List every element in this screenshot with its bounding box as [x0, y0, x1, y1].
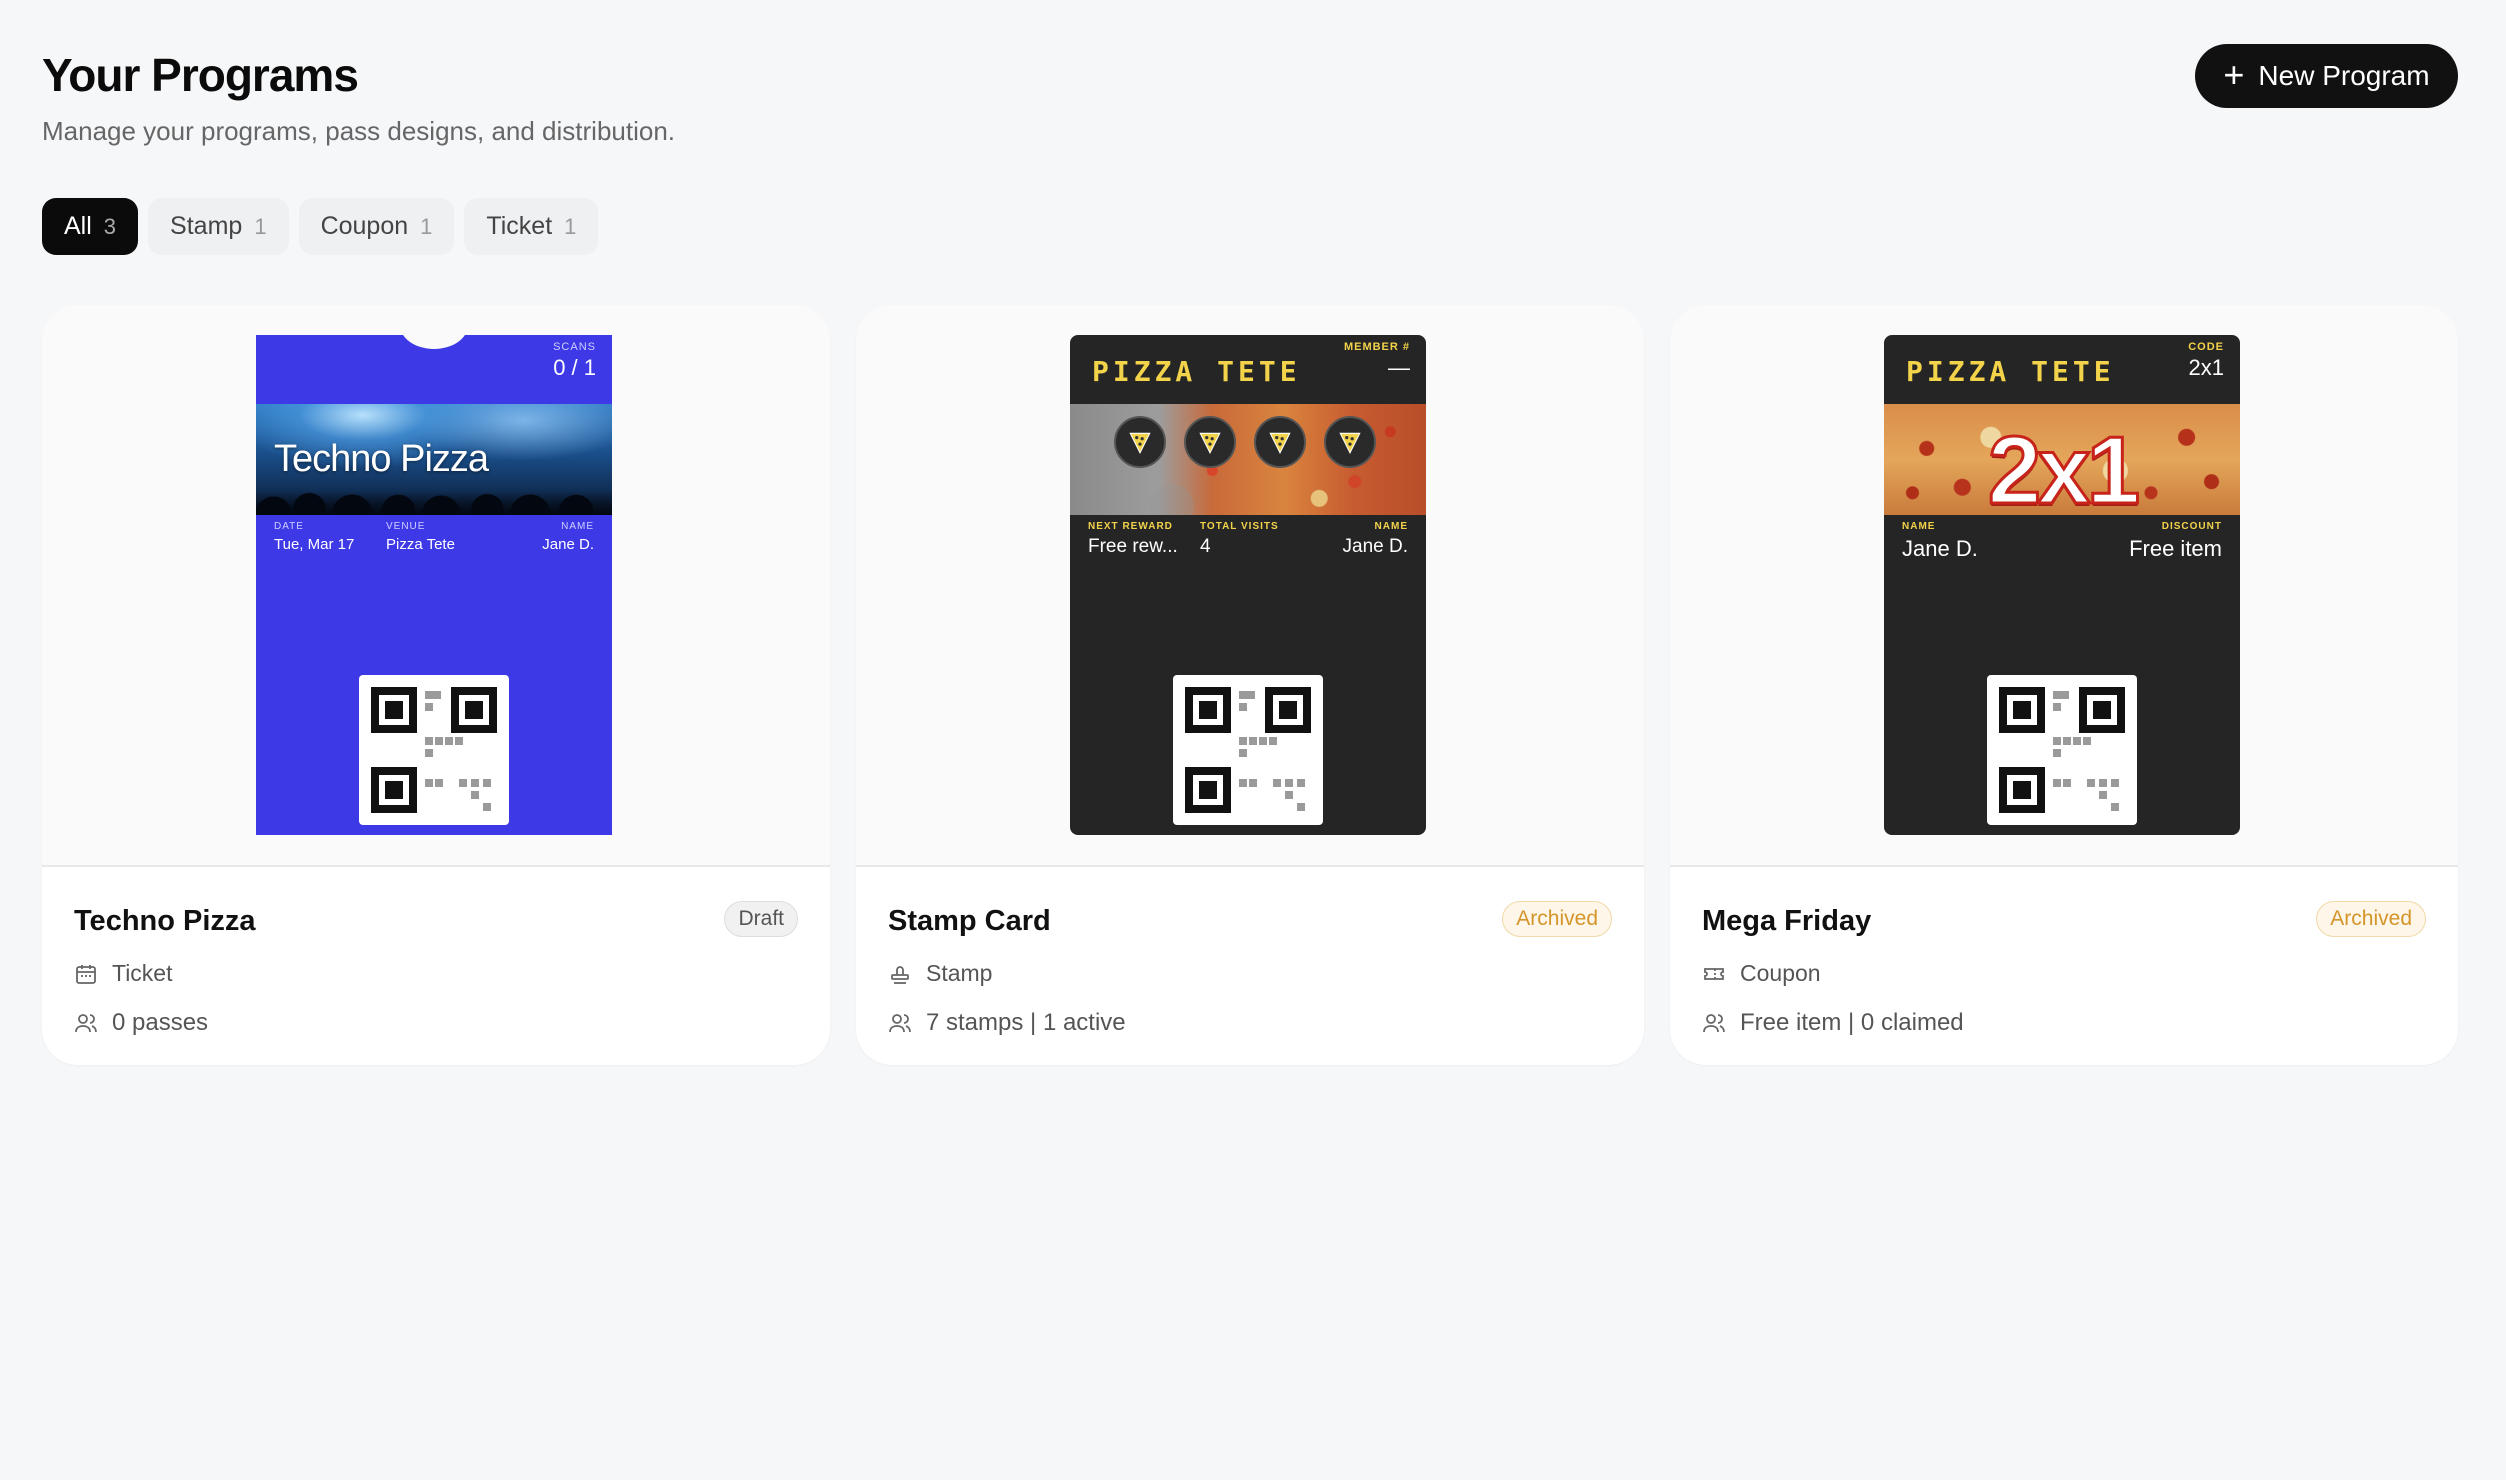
tab-label: Coupon: [320, 212, 409, 240]
pass-brand: PIZZA TETE: [1906, 355, 2115, 388]
field-label: NAME: [1374, 521, 1408, 532]
tab-coupon[interactable]: Coupon 1: [298, 198, 455, 255]
status-badge: Draft: [724, 901, 798, 937]
pizza-slice-stamp-icon: [1324, 416, 1376, 468]
pass-header-label: MEMBER #: [1343, 341, 1410, 353]
field-value: Pizza Tete: [386, 536, 455, 553]
qr-code: [359, 675, 509, 825]
pass-preview: PIZZA TETE CODE 2x1 2x1 NAME Jane D. DIS…: [1670, 305, 2458, 867]
ticket-pass: SCANS 0 / 1 Techno Pizza DATE Tue, Mar 1…: [256, 335, 612, 835]
calendar-icon: [76, 964, 96, 984]
pizza-slice-stamp-icon: [1184, 416, 1236, 468]
pizza-strip-image: [1070, 404, 1426, 515]
pass-preview: SCANS 0 / 1 Techno Pizza DATE Tue, Mar 1…: [42, 305, 830, 867]
strip-title: Techno Pizza: [274, 438, 489, 480]
field-label: NEXT REWARD: [1088, 521, 1173, 532]
strip-promo-text: 2x1: [1986, 416, 2141, 516]
status-badge: Archived: [1502, 901, 1612, 937]
program-stats: Free item | 0 claimed: [1740, 1009, 1964, 1036]
tab-count: 1: [254, 213, 267, 239]
program-card-mega-friday[interactable]: PIZZA TETE CODE 2x1 2x1 NAME Jane D. DIS…: [1670, 305, 2458, 1065]
tab-count: 1: [564, 213, 577, 239]
qr-code: [1987, 675, 2137, 825]
field-value: Tue, Mar 17: [274, 536, 355, 553]
filter-tabs: All 3 Stamp 1 Coupon 1 Ticket 1: [42, 198, 599, 255]
program-type: Ticket: [112, 960, 173, 986]
tab-count: 1: [420, 213, 433, 239]
pass-header-label: SCANS: [553, 341, 596, 353]
field-label: DISCOUNT: [2161, 521, 2222, 532]
tab-stamp[interactable]: Stamp 1: [148, 198, 289, 255]
tab-label: Stamp: [170, 212, 243, 240]
pizza-strip-image: 2x1: [1884, 404, 2240, 515]
qr-code: [1173, 675, 1323, 825]
ticket-icon: [1704, 967, 1724, 980]
program-card-stamp-card[interactable]: PIZZA TETE MEMBER # — NEXT REWARD Free r…: [856, 305, 1644, 1065]
field-value: Jane D.: [542, 536, 594, 553]
pass-header-label: CODE: [2188, 341, 2224, 353]
tab-all[interactable]: All 3: [42, 198, 139, 255]
field-value: Free item: [2129, 536, 2222, 561]
page-title: Your Programs: [42, 49, 359, 101]
plus-icon: +: [2223, 53, 2245, 95]
pass-brand: PIZZA TETE: [1092, 355, 1301, 388]
field-value: Jane D.: [1342, 536, 1408, 557]
pass-header-value: —: [1388, 355, 1410, 380]
program-card-techno-pizza[interactable]: SCANS 0 / 1 Techno Pizza DATE Tue, Mar 1…: [42, 305, 830, 1065]
pass-header-value: 2x1: [2188, 355, 2224, 380]
field-label: VENUE: [386, 521, 426, 532]
program-stats: 7 stamps | 1 active: [926, 1009, 1126, 1036]
field-label: NAME: [561, 521, 594, 532]
coupon-pass: PIZZA TETE CODE 2x1 2x1 NAME Jane D. DIS…: [1884, 335, 2240, 835]
program-type: Coupon: [1740, 960, 1821, 986]
program-type: Stamp: [926, 960, 993, 986]
tab-label: Ticket: [486, 212, 553, 240]
pass-header-value: 0 / 1: [553, 355, 596, 380]
pizza-slice-stamp-icon: [1254, 416, 1306, 468]
pizza-slice-stamp-icon: [1114, 416, 1166, 468]
empty-stamp-slot: [1150, 484, 1194, 515]
stamp-icon: [891, 965, 909, 984]
program-title: Techno Pizza: [74, 905, 256, 937]
users-icon: [75, 1014, 97, 1033]
users-icon: [889, 1014, 911, 1033]
pass-preview: PIZZA TETE MEMBER # — NEXT REWARD Free r…: [856, 305, 1644, 867]
status-badge: Archived: [2316, 901, 2426, 937]
field-value: Free rew...: [1088, 536, 1178, 557]
field-value: 4: [1200, 536, 1211, 557]
program-stats: 0 passes: [112, 1009, 209, 1036]
tab-count: 3: [103, 213, 117, 239]
field-label: TOTAL VISITS: [1200, 521, 1279, 532]
field-label: NAME: [1902, 521, 1936, 532]
field-value: Jane D.: [1902, 536, 1978, 561]
new-program-button[interactable]: + New Program: [2195, 44, 2458, 108]
new-program-label: New Program: [2258, 60, 2430, 91]
stamp-pass: PIZZA TETE MEMBER # — NEXT REWARD Free r…: [1070, 335, 1426, 835]
concert-strip-image: Techno Pizza: [256, 404, 612, 515]
page-subtitle: Manage your programs, pass designs, and …: [42, 116, 676, 146]
tab-ticket[interactable]: Ticket 1: [464, 198, 599, 255]
program-cards: SCANS 0 / 1 Techno Pizza DATE Tue, Mar 1…: [42, 305, 2458, 1065]
field-label: DATE: [274, 521, 304, 532]
users-icon: [1703, 1014, 1725, 1033]
tab-label: All: [64, 212, 92, 240]
